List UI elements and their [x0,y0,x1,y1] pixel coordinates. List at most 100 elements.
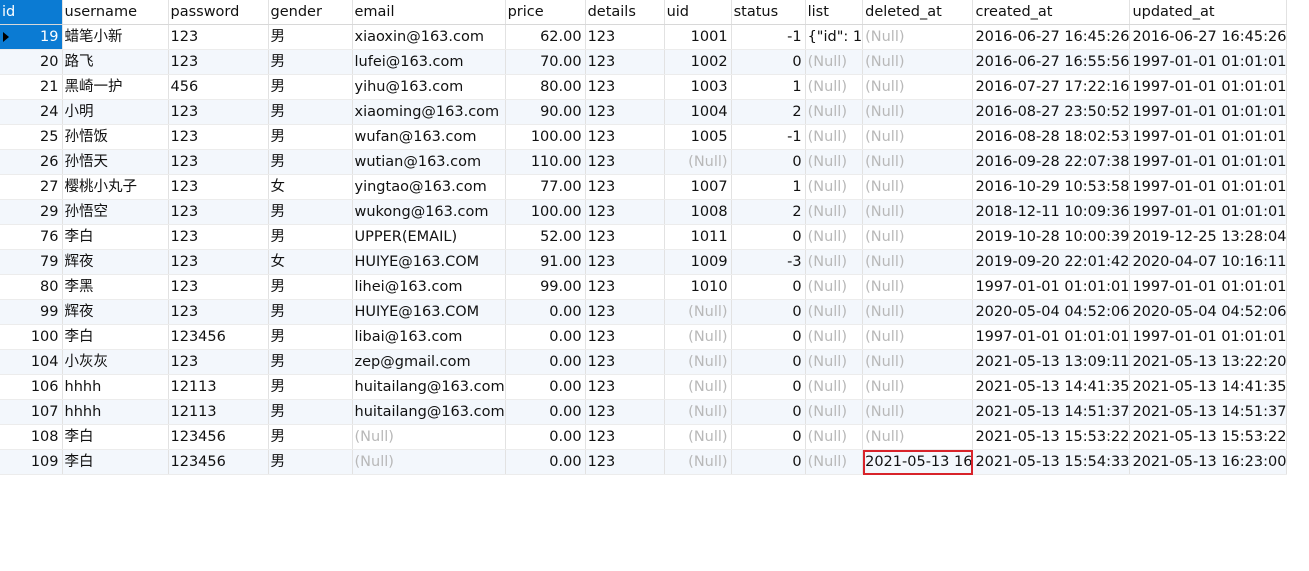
cell-created-at[interactable]: 2019-10-28 10:00:39 [972,224,1131,250]
table-row[interactable]: 79 辉夜 123 女 HUIYE@163.COM 91.00 123 1009 -3 (Null… [0,249,1288,275]
cell-price[interactable]: 0.00 [505,299,586,325]
cell-username[interactable]: hhhh [62,399,169,425]
cell-status[interactable]: 0 [731,224,806,250]
cell-gender[interactable]: 男 [268,199,353,225]
cell-list[interactable]: (Null) [805,299,864,325]
cell-price[interactable]: 0.00 [505,399,586,425]
cell-price[interactable]: 91.00 [505,249,586,275]
cell-uid[interactable]: (Null) [664,424,732,450]
cell-uid[interactable]: 1007 [664,174,732,200]
cell-username[interactable]: 李黑 [62,274,169,300]
cell-password[interactable]: 123 [168,199,269,225]
cell-gender[interactable]: 男 [268,274,353,300]
cell-username[interactable]: 蜡笔小新 [62,24,169,50]
cell-details[interactable]: 123 [585,349,665,375]
cell-details[interactable]: 123 [585,399,665,425]
cell-id[interactable]: 104 [0,349,63,375]
cell-created-at[interactable]: 2021-05-13 15:53:22 [972,424,1131,450]
cell-username[interactable]: 辉夜 [62,249,169,275]
cell-username[interactable]: 李白 [62,449,169,475]
cell-updated-at[interactable]: 1997-01-01 01:01:01 [1129,324,1288,350]
cell-updated-at[interactable]: 1997-01-01 01:01:01 [1129,199,1288,225]
cell-email[interactable]: wukong@163.com [352,199,506,225]
cell-uid[interactable]: 1010 [664,274,732,300]
cell-list[interactable]: (Null) [805,249,864,275]
cell-updated-at[interactable]: 2021-05-13 14:41:35 [1129,374,1288,400]
cell-list[interactable]: (Null) [805,324,864,350]
column-header-uid[interactable]: uid [664,0,732,25]
cell-updated-at[interactable]: 2020-04-07 10:16:11 [1129,249,1288,275]
cell-deleted-at[interactable]: (Null) [862,399,974,425]
cell-gender[interactable]: 男 [268,349,353,375]
cell-uid[interactable]: 1002 [664,49,732,75]
cell-price[interactable]: 80.00 [505,74,586,100]
cell-email[interactable]: libai@163.com [352,324,506,350]
cell-email[interactable]: yihu@163.com [352,74,506,100]
cell-details[interactable]: 123 [585,324,665,350]
cell-deleted-at[interactable]: (Null) [862,174,974,200]
cell-created-at[interactable]: 2016-09-28 22:07:38 [972,149,1131,175]
cell-deleted-at[interactable]: (Null) [862,24,974,50]
cell-id[interactable]: 109 [0,449,63,475]
cell-details[interactable]: 123 [585,99,665,125]
column-header-updated-at[interactable]: updated_at [1129,0,1288,25]
cell-details[interactable]: 123 [585,424,665,450]
cell-gender[interactable]: 男 [268,49,353,75]
cell-created-at[interactable]: 2021-05-13 14:51:37 [972,399,1131,425]
table-row[interactable]: 27 樱桃小丸子 123 女 yingtao@163.com 77.00 123 1007 1 (… [0,174,1288,200]
cell-status[interactable]: -3 [731,249,806,275]
cell-uid[interactable]: (Null) [664,374,732,400]
cell-status[interactable]: 0 [731,374,806,400]
cell-list[interactable]: (Null) [805,274,864,300]
cell-username[interactable]: 李白 [62,424,169,450]
cell-uid[interactable]: 1011 [664,224,732,250]
cell-gender[interactable]: 男 [268,99,353,125]
cell-password[interactable]: 123 [168,349,269,375]
cell-id[interactable]: 27 [0,174,63,200]
cell-deleted-at[interactable]: (Null) [862,349,974,375]
table-row[interactable]: 107 hhhh 12113 男 huitailang@163.com 0.00 123 (N… [0,399,1288,425]
cell-details[interactable]: 123 [585,74,665,100]
cell-price[interactable]: 0.00 [505,449,586,475]
cell-details[interactable]: 123 [585,24,665,50]
cell-deleted-at[interactable]: (Null) [862,299,974,325]
table-row[interactable]: 76 李白 123 男 UPPER(EMAIL) 52.00 123 1011 0 (Null) (… [0,224,1288,250]
cell-id[interactable]: 99 [0,299,63,325]
cell-status[interactable]: 0 [731,449,806,475]
cell-deleted-at[interactable]: (Null) [862,224,974,250]
cell-uid[interactable]: (Null) [664,299,732,325]
cell-details[interactable]: 123 [585,274,665,300]
cell-details[interactable]: 123 [585,49,665,75]
cell-list[interactable]: (Null) [805,74,864,100]
cell-list[interactable]: {"id": 1 [805,24,864,50]
cell-uid[interactable]: 1008 [664,199,732,225]
cell-list[interactable]: (Null) [805,449,864,475]
cell-id[interactable]: 21 [0,74,63,100]
table-row[interactable]: 109 李白 123456 男 (Null) 0.00 123 (Null) 0 (Null) 20… [0,449,1288,475]
cell-deleted-at[interactable]: (Null) [862,249,974,275]
cell-username[interactable]: 孙悟天 [62,149,169,175]
cell-uid[interactable]: 1001 [664,24,732,50]
column-header-status[interactable]: status [731,0,806,25]
cell-updated-at[interactable]: 1997-01-01 01:01:01 [1129,99,1288,125]
column-header-list[interactable]: list [805,0,864,25]
cell-deleted-at[interactable]: (Null) [862,124,974,150]
cell-password[interactable]: 12113 [168,399,269,425]
cell-gender[interactable]: 男 [268,324,353,350]
cell-uid[interactable]: 1004 [664,99,732,125]
cell-status[interactable]: 0 [731,274,806,300]
cell-price[interactable]: 0.00 [505,424,586,450]
cell-created-at[interactable]: 2016-10-29 10:53:58 [972,174,1131,200]
cell-password[interactable]: 12113 [168,374,269,400]
cell-price[interactable]: 70.00 [505,49,586,75]
cell-deleted-at[interactable]: (Null) [862,199,974,225]
cell-updated-at[interactable]: 1997-01-01 01:01:01 [1129,124,1288,150]
cell-uid[interactable]: (Null) [664,399,732,425]
cell-status[interactable]: 1 [731,174,806,200]
cell-created-at[interactable]: 2021-05-13 14:41:35 [972,374,1131,400]
cell-password[interactable]: 123 [168,99,269,125]
cell-email[interactable]: HUIYE@163.COM [352,249,506,275]
cell-email[interactable]: huitailang@163.com [352,399,506,425]
cell-password[interactable]: 123 [168,149,269,175]
cell-deleted-at[interactable]: (Null) [862,324,974,350]
